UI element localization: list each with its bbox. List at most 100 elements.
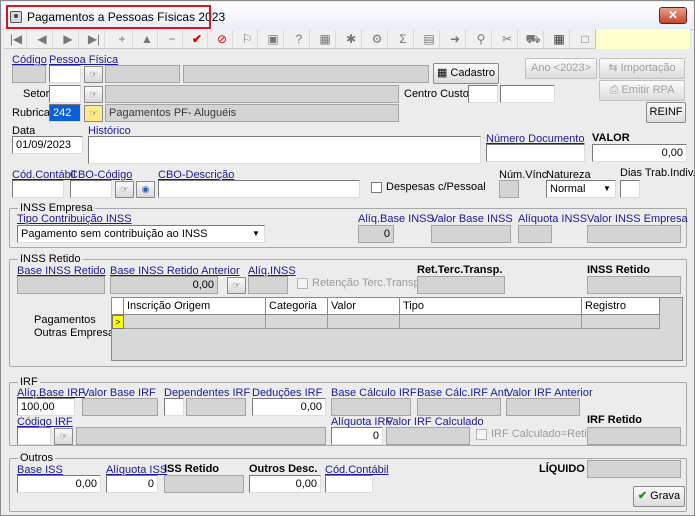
despesas-pessoal-label: Despesas c/Pessoal: [386, 181, 486, 193]
rubrica-lookup-button[interactable]: ☞: [84, 105, 103, 122]
globe-icon[interactable]: ◉: [136, 181, 155, 198]
delete-icon[interactable]: −: [162, 30, 183, 48]
col-categoria[interactable]: Categoria: [266, 298, 328, 315]
aliq-base-inss-field: 0: [358, 225, 394, 243]
aliq-base-inss-label: Alíq.Base INSS: [358, 213, 434, 225]
tipo-contribuicao-select[interactable]: Pagamento sem contribuição ao INSS ▼: [17, 225, 265, 243]
rubrica-desc-field: Pagamentos PF- Aluguéis: [105, 104, 399, 122]
car-icon[interactable]: ⛟: [523, 30, 544, 48]
aliquota-iss-field[interactable]: 0: [106, 475, 158, 493]
irf-calculado-retido-checkbox[interactable]: [476, 429, 487, 440]
close-button[interactable]: ✕: [659, 7, 687, 24]
outros-cod-contabil-field[interactable]: [325, 475, 373, 493]
up-icon[interactable]: ▲: [137, 30, 158, 48]
chevron-down-icon: ▼: [603, 184, 611, 193]
valor-base-inss-field: [431, 225, 511, 243]
confirm-icon[interactable]: ✔: [187, 30, 208, 48]
base-iss-field[interactable]: 0,00: [17, 475, 101, 493]
tools-icon[interactable]: ✂: [497, 30, 518, 48]
retencao-terc-checkbox[interactable]: [297, 278, 308, 289]
numero-documento-field[interactable]: [486, 144, 585, 162]
centro-custos-code-field[interactable]: [468, 85, 498, 103]
irf-calculado-retido-label: IRF Calculado=Retido: [491, 428, 599, 440]
aliquota-irf-field[interactable]: 0: [331, 427, 383, 445]
row-indicator: >: [112, 315, 124, 329]
next-icon[interactable]: ▶: [58, 30, 79, 48]
irf-lookup-button[interactable]: ☞: [54, 428, 73, 445]
folder-icon[interactable]: ▣: [263, 30, 284, 48]
col-tipo[interactable]: Tipo: [400, 298, 582, 315]
aliq-base-irf-field[interactable]: 100,00: [17, 398, 75, 416]
prev-icon[interactable]: ◀: [32, 30, 53, 48]
deducoes-irf-field[interactable]: 0,00: [252, 398, 326, 416]
valor-label: VALOR: [592, 132, 630, 144]
codigo-field[interactable]: [12, 65, 46, 83]
rubrica-code-field[interactable]: 242: [49, 104, 81, 122]
emitir-rpa-button[interactable]: ⎙ Emitir RPA: [599, 80, 685, 101]
liquido-field: [587, 460, 681, 478]
valor-field[interactable]: 0,00: [592, 144, 687, 162]
pagamentos-grid[interactable]: Inscrição Origem Categoria Valor Tipo Re…: [111, 297, 683, 361]
table-cell[interactable]: [400, 315, 582, 329]
pessoa-cpf-field: [105, 65, 180, 83]
despesas-pessoal-checkbox[interactable]: [371, 182, 382, 193]
outros-desc-field[interactable]: 0,00: [249, 475, 321, 493]
centro-custos-label: Centro Custos: [404, 88, 475, 100]
cod-contabil-field[interactable]: [12, 180, 64, 198]
table-cell[interactable]: [328, 315, 400, 329]
last-icon[interactable]: ▶|: [84, 30, 105, 48]
help-icon[interactable]: ?: [289, 30, 310, 48]
cadastro-button[interactable]: ▦ Cadastro: [433, 63, 499, 84]
inss-retido-label: INSS Retido: [587, 264, 650, 276]
table-cell[interactable]: [266, 315, 328, 329]
calendar-icon[interactable]: ▦: [549, 30, 570, 48]
table-cell[interactable]: [582, 315, 660, 329]
flag-icon[interactable]: ⚐: [237, 30, 258, 48]
settings-icon[interactable]: ⚙: [367, 30, 388, 48]
dependentes-irf-field[interactable]: [164, 398, 184, 416]
cbo-codigo-field[interactable]: [70, 180, 112, 198]
add-icon[interactable]: +: [112, 30, 133, 48]
setor-desc-field: [105, 85, 399, 103]
first-icon[interactable]: |◀: [6, 30, 27, 48]
sum-icon[interactable]: Σ: [393, 30, 414, 48]
checkmark-icon: ✔: [637, 490, 651, 502]
chevron-down-icon: ▼: [252, 229, 260, 238]
col-valor[interactable]: Valor: [328, 298, 400, 315]
valor-base-inss-label: Valor Base INSS: [431, 213, 513, 225]
irf-retido-field: [587, 427, 681, 445]
col-registro[interactable]: Registro: [582, 298, 660, 315]
codigo-irf-field[interactable]: [17, 427, 51, 445]
valor-base-irf-field: [82, 398, 158, 416]
retencao-terc-label: Retenção Terc.Transp.: [312, 277, 423, 289]
valor-irf-anterior-field: [506, 398, 580, 416]
close-panel-icon[interactable]: □: [575, 30, 596, 48]
inss-lookup-button[interactable]: ☞: [227, 277, 246, 294]
export-icon[interactable]: ➜: [445, 30, 466, 48]
setor-code-field[interactable]: [49, 85, 81, 103]
setor-lookup-button[interactable]: ☞: [84, 86, 103, 103]
centro-custos-desc-field[interactable]: [500, 85, 555, 103]
document-icon[interactable]: ▤: [419, 30, 440, 48]
natureza-select[interactable]: Normal ▼: [546, 180, 616, 198]
search-icon[interactable]: ⚲: [471, 30, 492, 48]
pessoa-lookup-button[interactable]: ☞: [84, 66, 103, 83]
table-cell[interactable]: [124, 315, 266, 329]
grava-button[interactable]: ✔ Grava: [633, 486, 685, 507]
cbo-descricao-field[interactable]: [158, 180, 360, 198]
dias-trab-field[interactable]: [620, 180, 640, 198]
col-inscricao-origem[interactable]: Inscrição Origem: [124, 298, 266, 315]
data-field[interactable]: 01/09/2023: [12, 136, 83, 154]
irf-retido-label: IRF Retido: [587, 414, 642, 426]
cancel-icon[interactable]: ⊘: [212, 30, 233, 48]
reinf-button[interactable]: REINF: [646, 102, 686, 123]
refresh-icon[interactable]: ✱: [341, 30, 362, 48]
cbo-lookup-button[interactable]: ☞: [115, 181, 134, 198]
ano-button[interactable]: Ano <2023>: [525, 58, 597, 79]
grid-tool-icon[interactable]: ▦: [315, 30, 336, 48]
historico-field[interactable]: [88, 136, 481, 164]
importacao-button[interactable]: ⇆ Importação: [599, 58, 685, 79]
pessoa-fisica-code-field[interactable]: [49, 65, 81, 83]
calendar-grid-icon: ▦: [436, 67, 451, 79]
base-calc-irf-ant-field: [417, 398, 501, 416]
